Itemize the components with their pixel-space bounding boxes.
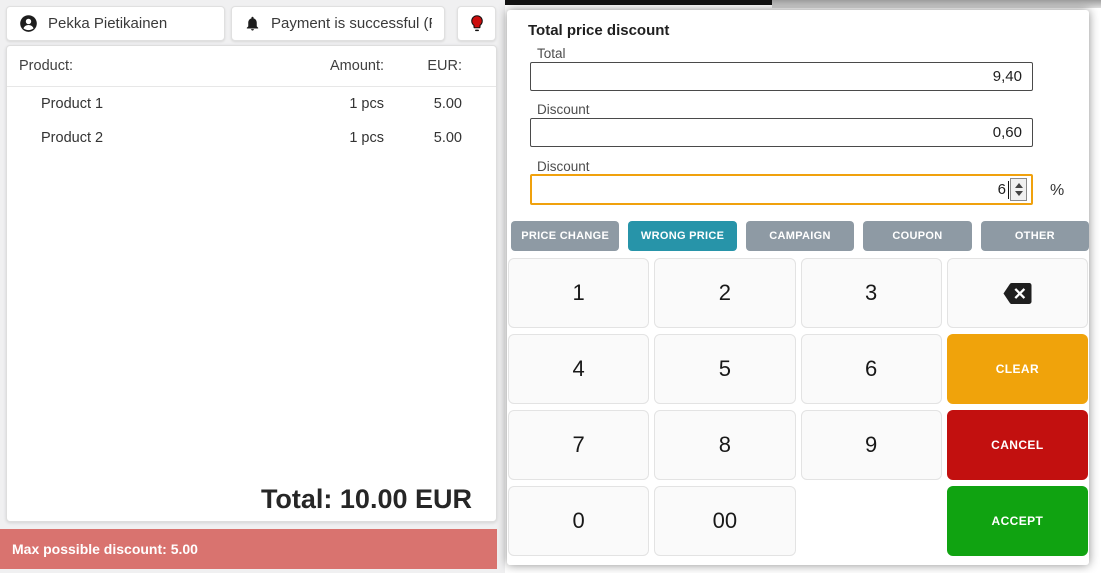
- row-product-name: Product 2: [41, 130, 294, 146]
- coupon-button[interactable]: COUPON: [863, 221, 971, 251]
- key-5[interactable]: 5: [654, 334, 795, 404]
- spinner-down-icon[interactable]: [1015, 191, 1023, 196]
- key-1[interactable]: 1: [508, 258, 649, 328]
- key-00[interactable]: 00: [654, 486, 795, 556]
- other-button[interactable]: OTHER: [981, 221, 1089, 251]
- key-9[interactable]: 9: [801, 410, 942, 480]
- dialog-title: Total price discount: [528, 22, 669, 39]
- total-price-discount-dialog: Total price discount Total 9,40 Discount…: [507, 10, 1089, 565]
- total-input[interactable]: 9,40: [530, 62, 1033, 91]
- numeric-keypad: 1 2 3 4 5 6 CLEAR 7 8 9 CANCEL 0 00: [508, 258, 1088, 556]
- key-0[interactable]: 0: [508, 486, 649, 556]
- accept-button[interactable]: ACCEPT: [947, 486, 1088, 556]
- key-7[interactable]: 7: [508, 410, 649, 480]
- discount-percent-input[interactable]: 6: [530, 174, 1033, 205]
- user-name: Pekka Pietikainen: [48, 15, 167, 32]
- row-product-name: Product 1: [41, 96, 294, 112]
- discount-amount-input[interactable]: 0,60: [530, 118, 1033, 147]
- discount-amount-value: 0,60: [993, 124, 1022, 141]
- notification-chip[interactable]: Payment is successful (Rece...: [231, 6, 445, 41]
- account-icon: [19, 14, 38, 33]
- cancel-button[interactable]: CANCEL: [947, 410, 1088, 480]
- discount-reason-buttons: PRICE CHANGE WRONG PRICE CAMPAIGN COUPON…: [511, 221, 1089, 251]
- discount-percent-label: Discount: [537, 159, 590, 174]
- row-price: 5.00: [384, 130, 462, 146]
- header-product: Product:: [19, 58, 294, 74]
- spinner-up-icon[interactable]: [1015, 183, 1023, 188]
- lightbulb-chip[interactable]: [457, 6, 496, 41]
- row-amount: 1 pcs: [294, 130, 384, 146]
- backspace-button[interactable]: [947, 258, 1088, 328]
- campaign-button[interactable]: CAMPAIGN: [746, 221, 854, 251]
- total-input-value: 9,40: [993, 68, 1022, 85]
- clear-button[interactable]: CLEAR: [947, 334, 1088, 404]
- table-row[interactable]: Product 2 1 pcs 5.00: [7, 121, 496, 155]
- row-price: 5.00: [384, 96, 462, 112]
- bell-icon: [244, 15, 261, 32]
- discount-percent-value: 6: [998, 181, 1006, 198]
- price-change-button[interactable]: PRICE CHANGE: [511, 221, 619, 251]
- table-row[interactable]: Product 1 1 pcs 5.00: [7, 87, 496, 121]
- max-discount-text: Max possible discount: 5.00: [12, 541, 198, 557]
- backspace-icon: [1003, 283, 1032, 304]
- notification-text: Payment is successful (Rece...: [271, 15, 432, 32]
- key-3[interactable]: 3: [801, 258, 942, 328]
- wrong-price-button[interactable]: WRONG PRICE: [628, 221, 736, 251]
- percent-suffix: %: [1050, 182, 1064, 200]
- key-2[interactable]: 2: [654, 258, 795, 328]
- row-amount: 1 pcs: [294, 96, 384, 112]
- table-header: Product: Amount: EUR:: [7, 46, 496, 87]
- key-4[interactable]: 4: [508, 334, 649, 404]
- user-chip[interactable]: Pekka Pietikainen: [6, 6, 225, 41]
- keypad-spacer: [801, 486, 942, 556]
- key-8[interactable]: 8: [654, 410, 795, 480]
- text-caret: [1008, 181, 1009, 199]
- header-amount: Amount:: [294, 58, 384, 74]
- max-discount-banner: Max possible discount: 5.00: [0, 529, 497, 569]
- total-field-label: Total: [537, 46, 566, 61]
- receipt-total: Total: 10.00 EUR: [261, 484, 472, 515]
- product-list-card: Product: Amount: EUR: Product 1 1 pcs 5.…: [6, 45, 497, 522]
- discount-amount-label: Discount: [537, 102, 590, 117]
- key-6[interactable]: 6: [801, 334, 942, 404]
- header-eur: EUR:: [384, 58, 462, 74]
- lightbulb-icon: [468, 14, 486, 34]
- number-spinner[interactable]: [1010, 178, 1027, 201]
- dialog-shadow-strip: [772, 0, 1101, 8]
- pos-screen: Pekka Pietikainen Payment is successful …: [0, 0, 1101, 573]
- receipt-panel: Pekka Pietikainen Payment is successful …: [0, 0, 505, 573]
